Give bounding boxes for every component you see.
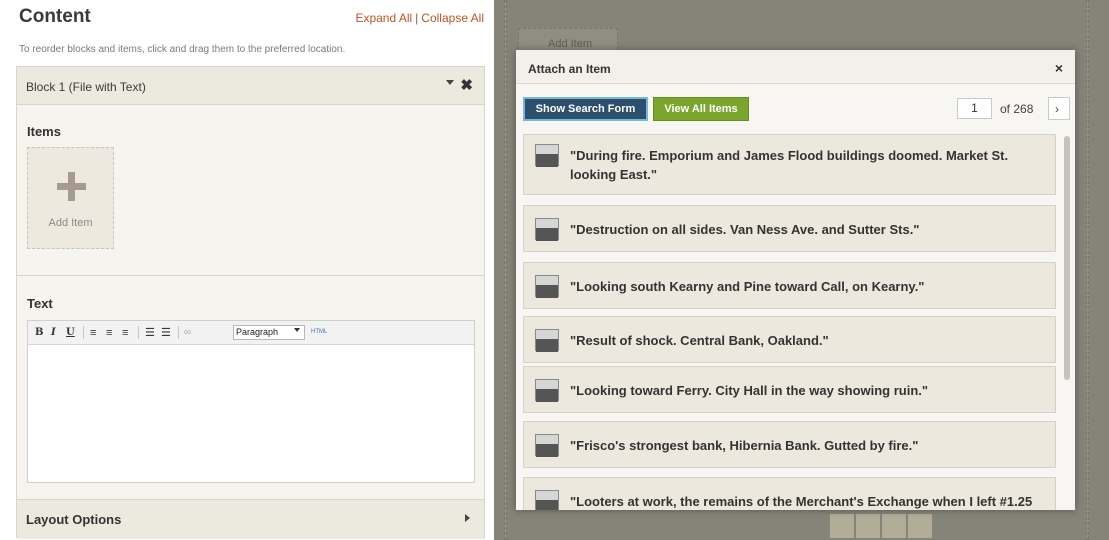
chevron-right-icon: › [1055,102,1059,116]
item-thumbnail [535,490,559,510]
dialog-header: Attach an Item × [516,50,1075,84]
page-count: of 268 [1000,102,1034,116]
toolbar-separator [138,326,139,339]
layout-options-toggle[interactable]: Layout Options [17,499,484,539]
item-title: "During fire. Emporium and James Flood b… [570,148,1009,182]
add-item-button[interactable]: Add Item [27,147,114,249]
bold-button[interactable]: B [35,326,43,340]
item-title: "Result of shock. Central Bank, Oakland.… [570,333,829,348]
dialog-title: Attach an Item [528,62,611,76]
editor-toolbar: B I U ≡ ≡ ≡ ☰ ☰ ∞ Paragraph HTML [28,321,474,345]
list-item[interactable]: "During fire. Emporium and James Flood b… [523,134,1056,195]
background-column-edge [504,0,507,540]
block-collapse-icon[interactable] [446,80,454,85]
list-item[interactable]: "Result of shock. Central Bank, Oakland.… [523,316,1056,363]
toolbar-separator [178,326,179,339]
background-thumbnail [856,514,880,538]
align-left-icon[interactable]: ≡ [90,326,96,340]
rich-text-editor[interactable]: B I U ≡ ≡ ≡ ☰ ☰ ∞ Paragraph HTML [27,320,475,483]
list-item[interactable]: "Looking south Kearny and Pine toward Ca… [523,262,1056,309]
list-scrollbar[interactable] [1064,136,1070,380]
layout-options-label: Layout Options [26,512,122,527]
background-thumbnail [882,514,906,538]
item-title: "Looking south Kearny and Pine toward Ca… [570,279,925,294]
item-title: "Frisco's strongest bank, Hibernia Bank.… [570,438,919,453]
close-icon[interactable]: × [1055,60,1063,76]
content-block: Block 1 (File with Text) ✖ Items Add Ite… [16,66,485,539]
italic-button[interactable]: I [51,326,56,340]
toolbar-separator [83,326,84,339]
item-thumbnail [535,379,559,402]
reorder-instructions: To reorder blocks and items, click and d… [19,44,346,55]
item-title: "Looters at work, the remains of the Mer… [570,494,1033,509]
expand-collapse-links: Expand All | Collapse All [355,11,484,25]
item-thumbnail [535,275,559,298]
expand-all-link[interactable]: Expand All [355,11,412,25]
show-search-form-button[interactable]: Show Search Form [523,97,648,121]
next-page-button[interactable]: › [1048,97,1070,120]
numbered-list-icon[interactable]: ☰ [161,326,171,340]
bullet-list-icon[interactable]: ☰ [145,326,155,340]
content-title: Content [19,6,91,27]
content-panel: Content Expand All | Collapse All To reord… [0,0,494,540]
items-heading: Items [27,124,61,139]
chevron-down-icon [294,328,300,332]
item-list: "During fire. Emporium and James Flood b… [523,134,1056,510]
html-source-button[interactable]: HTML [311,329,327,335]
underline-button[interactable]: U [66,326,75,340]
chevron-right-icon [465,514,470,522]
background-thumbnail [908,514,932,538]
item-title: "Looking toward Ferry. City Hall in the … [570,383,929,398]
block-title: Block 1 (File with Text) [26,80,146,94]
background-add-item-label: Add Item [548,38,593,50]
page-number-input[interactable]: 1 [957,98,992,119]
link-separator: | [415,11,419,25]
plus-icon [57,172,86,201]
view-all-items-button[interactable]: View All Items [653,97,749,121]
align-right-icon[interactable]: ≡ [122,326,128,340]
list-item[interactable]: "Destruction on all sides. Van Ness Ave.… [523,205,1056,252]
attach-item-dialog: Attach an Item × Show Search Form View A… [516,50,1075,510]
background-column-edge [1086,0,1089,540]
item-thumbnail [535,329,559,352]
item-thumbnail [535,218,559,241]
add-item-label: Add Item [48,217,93,229]
list-item[interactable]: "Frisco's strongest bank, Hibernia Bank.… [523,421,1056,468]
background-thumbnail [830,514,854,538]
section-divider [17,275,484,276]
link-icon[interactable]: ∞ [184,326,191,340]
item-thumbnail [535,144,559,167]
align-center-icon[interactable]: ≡ [106,326,112,340]
text-heading: Text [27,296,53,311]
block-header[interactable]: Block 1 (File with Text) ✖ [17,67,484,105]
item-thumbnail [535,434,559,457]
item-title: "Destruction on all sides. Van Ness Ave.… [570,222,920,237]
block-delete-icon[interactable]: ✖ [460,76,473,94]
list-item[interactable]: "Looking toward Ferry. City Hall in the … [523,366,1056,413]
list-item[interactable]: "Looters at work, the remains of the Mer… [523,477,1056,510]
collapse-all-link[interactable]: Collapse All [421,11,484,25]
